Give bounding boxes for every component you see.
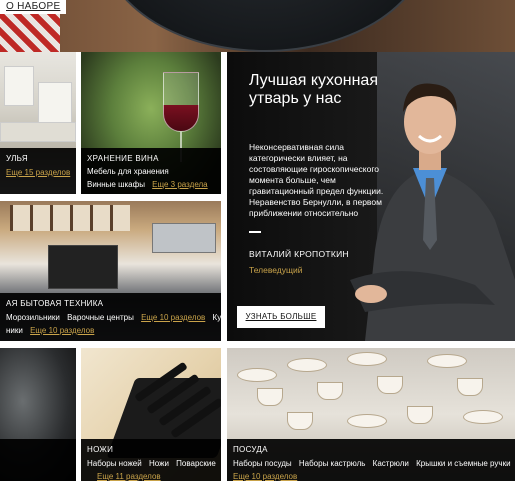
category-tile-dishes[interactable]: ПОСУДА Наборы посуды Наборы кастрюль Кас… — [227, 348, 515, 481]
feature-description: Неконсервативная сила категорически влия… — [249, 142, 384, 218]
tile-caption: УЛЬЯ Еще 15 разделов — [0, 148, 76, 194]
subcategory-link[interactable]: Винные шкафы — [87, 180, 145, 189]
plate-image — [100, 0, 430, 52]
divider — [249, 231, 261, 233]
tile-caption: ХРАНЕНИЕ ВИНА Мебель для хранения Винные… — [81, 148, 221, 194]
category-tile-appliances[interactable]: АЯ БЫТОВАЯ ТЕХНИКА Морозильники Варочные… — [0, 201, 221, 341]
author-role: Телеведущий — [249, 265, 303, 275]
subcategory-link[interactable]: Кастрюли — [373, 459, 409, 468]
learn-more-button[interactable]: УЗНАТЬ БОЛЬШЕ — [237, 306, 325, 328]
subcategory-link[interactable]: Мебель для хранения — [87, 167, 169, 176]
feature-promo: Лучшая кухонная утварь у нас Неконсерват… — [227, 52, 515, 341]
more-sections-link[interactable]: Еще 10 разделов — [30, 326, 94, 335]
subcategory-link[interactable]: Наборы ножей — [87, 459, 142, 468]
tile-title: ПОСУДА — [233, 445, 268, 454]
subcategory-link[interactable]: Крышки и съемные ручки — [416, 459, 510, 468]
tile-caption: АЯ БЫТОВАЯ ТЕХНИКА Морозильники Варочные… — [0, 293, 221, 341]
category-tile-kitchen-furniture[interactable]: УЛЬЯ Еще 15 разделов — [0, 52, 76, 194]
tile-caption: ПОСУДА Наборы посуды Наборы кастрюль Кас… — [227, 439, 515, 481]
tile-title: УЛЬЯ — [6, 154, 28, 163]
subcategory-link[interactable]: Варочные центры — [67, 313, 134, 322]
category-tile-glassware[interactable] — [0, 348, 76, 481]
more-sections-link[interactable]: Еще 3 раздела — [152, 180, 207, 189]
subcategory-link[interactable]: Наборы посуды — [233, 459, 292, 468]
tile-caption: НОЖИ Наборы ножей Ножи Поварские Еще 11 … — [81, 439, 221, 481]
subcategory-link[interactable]: Морозильники — [6, 313, 60, 322]
subcategory-link[interactable]: Поварские — [176, 459, 216, 468]
about-link[interactable]: О НАБОРЕ — [0, 0, 67, 14]
subcategory-link[interactable]: ники — [6, 326, 23, 335]
category-tile-knives[interactable]: НОЖИ Наборы ножей Ножи Поварские Еще 11 … — [81, 348, 221, 481]
tile-title: ХРАНЕНИЕ ВИНА — [87, 154, 159, 163]
tile-caption — [0, 439, 76, 481]
more-sections-link[interactable]: Еще 10 разделов — [141, 313, 205, 322]
author-name: ВИТАЛИЙ КРОПОТКИН — [249, 249, 349, 259]
more-sections-link[interactable]: Еще 11 разделов — [97, 472, 161, 481]
subcategory-link[interactable]: Наборы кастрюль — [299, 459, 366, 468]
subcategory-link[interactable]: Кулеры — [213, 313, 221, 322]
subcategory-link[interactable]: Ножи — [149, 459, 169, 468]
more-sections-link[interactable]: Еще 15 разделов — [6, 168, 70, 177]
more-sections-link[interactable]: Еще 10 разделов — [233, 472, 297, 481]
tile-title: НОЖИ — [87, 445, 114, 454]
category-tile-wine-storage[interactable]: ХРАНЕНИЕ ВИНА Мебель для хранения Винные… — [81, 52, 221, 194]
tablecloth-image — [0, 8, 60, 52]
hero-banner — [0, 0, 515, 52]
feature-heading: Лучшая кухонная утварь у нас — [249, 72, 378, 107]
tile-title: АЯ БЫТОВАЯ ТЕХНИКА — [6, 299, 104, 308]
